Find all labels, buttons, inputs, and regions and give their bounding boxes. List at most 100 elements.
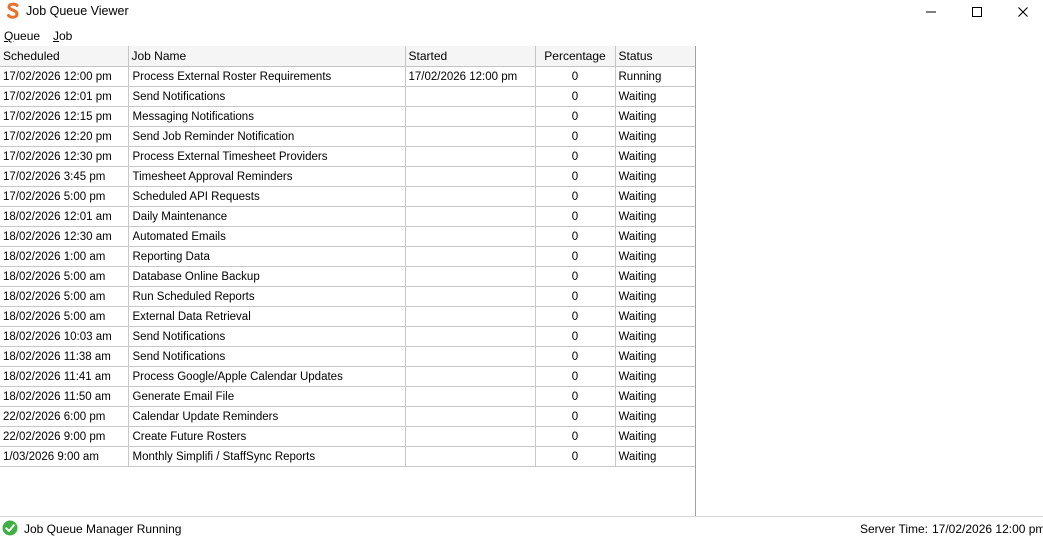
maximize-button[interactable] [954,0,1000,24]
cell-job-name: Monthly Simplifi / StaffSync Reports [128,446,406,467]
table-row[interactable]: 17/02/2026 5:00 pm Scheduled API Requests… [0,186,695,207]
table-row[interactable]: 17/02/2026 12:00 pm Process External Rost… [0,66,695,87]
table-row[interactable]: 17/02/2026 12:01 pm Send Notifications 0 Wa… [0,86,695,107]
server-time-label: Server Time: [860,522,929,536]
pane-splitter[interactable] [695,46,696,516]
cell-status: Waiting [615,326,695,347]
cell-job-name: Send Notifications [128,86,406,107]
cell-status: Waiting [615,146,695,167]
cell-job-name: Send Notifications [128,326,406,347]
table-row[interactable]: 18/02/2026 12:01 am Daily Maintenance 0 Wai… [0,206,695,227]
header-row: Scheduled Job Name Started Percentage St… [0,46,695,67]
cell-status: Waiting [615,306,695,327]
cell-percentage: 0 [535,286,616,307]
cell-scheduled: 17/02/2026 12:00 pm [0,66,129,87]
job-queue-table: Scheduled Job Name Started Percentage St… [0,46,695,467]
menu-job[interactable]: Job [53,29,72,43]
cell-started: 17/02/2026 12:00 pm [405,66,536,87]
menu-queue[interactable]: Queue [4,29,40,43]
table-row[interactable]: 17/02/2026 12:15 pm Messaging Notificatio… [0,106,695,127]
simplifi-logo-icon [7,2,19,19]
table-row[interactable]: 17/02/2026 12:20 pm Send Job Reminder Not… [0,126,695,147]
cell-started [405,126,536,147]
cell-scheduled: 1/03/2026 9:00 am [0,446,129,467]
cell-started [405,266,536,287]
cell-started [405,346,536,367]
cell-percentage: 0 [535,146,616,167]
cell-status: Waiting [615,426,695,447]
cell-status: Waiting [615,346,695,367]
table-row[interactable]: 17/02/2026 12:30 pm Process External Time… [0,146,695,167]
cell-started [405,286,536,307]
cell-percentage: 0 [535,126,616,147]
cell-percentage: 0 [535,266,616,287]
cell-scheduled: 18/02/2026 12:30 am [0,226,129,247]
table-row[interactable]: 22/02/2026 6:00 pm Calendar Update Remind… [0,406,695,427]
cell-scheduled: 22/02/2026 9:00 pm [0,426,129,447]
cell-job-name: External Data Retrieval [128,306,406,327]
table-row[interactable]: 17/02/2026 3:45 pm Timesheet Approval Rem… [0,166,695,187]
cell-scheduled: 17/02/2026 5:00 pm [0,186,129,207]
title-bar[interactable]: Job Queue Viewer [0,0,1043,24]
cell-scheduled: 18/02/2026 1:00 am [0,246,129,267]
cell-percentage: 0 [535,446,616,467]
menu-queue-label: ueue [13,29,41,43]
cell-percentage: 0 [535,306,616,327]
cell-status: Running [615,66,695,87]
table-row[interactable]: 18/02/2026 11:38 am Send Notifications 0 Wa… [0,346,695,367]
cell-status: Waiting [615,226,695,247]
minimize-icon [926,11,936,13]
cell-started [405,306,536,327]
cell-job-name: Calendar Update Reminders [128,406,406,427]
cell-scheduled: 17/02/2026 12:20 pm [0,126,129,147]
column-header-status[interactable]: Status [615,46,695,67]
cell-status: Waiting [615,246,695,267]
cell-started [405,86,536,107]
column-header-percentage[interactable]: Percentage [535,46,616,67]
cell-scheduled: 17/02/2026 12:30 pm [0,146,129,167]
column-header-started[interactable]: Started [405,46,536,67]
table-row[interactable]: 18/02/2026 10:03 am Send Notifications 0 Wa… [0,326,695,347]
column-header-scheduled[interactable]: Scheduled [0,46,129,67]
server-time-value: 17/02/2026 12:00 pm [932,522,1043,536]
minimize-button[interactable] [908,0,954,24]
table-row[interactable]: 18/02/2026 5:00 am External Data Retrieva… [0,306,695,327]
cell-scheduled: 18/02/2026 11:38 am [0,346,129,367]
job-queue-grid[interactable]: Scheduled Job Name Started Percentage St… [0,46,695,516]
cell-started [405,446,536,467]
cell-status: Waiting [615,106,695,127]
cell-started [405,146,536,167]
cell-job-name: Send Notifications [128,346,406,367]
cell-status: Waiting [615,366,695,387]
cell-status: Waiting [615,166,695,187]
table-row[interactable]: 18/02/2026 1:00 am Reporting Data 0 Waiting [0,246,695,267]
cell-job-name: Scheduled API Requests [128,186,406,207]
close-button[interactable] [1000,0,1043,24]
cell-status: Waiting [615,266,695,287]
table-row[interactable]: 18/02/2026 5:00 am Run Scheduled Reports 0… [0,286,695,307]
cell-job-name: Messaging Notifications [128,106,406,127]
cell-started [405,226,536,247]
cell-job-name: Automated Emails [128,226,406,247]
cell-scheduled: 18/02/2026 10:03 am [0,326,129,347]
cell-status: Waiting [615,126,695,147]
detail-pane [697,46,1043,516]
table-row[interactable]: 18/02/2026 11:41 am Process Google/Apple … [0,366,695,387]
table-row[interactable]: 18/02/2026 11:50 am Generate Email File 0 W… [0,386,695,407]
window-title: Job Queue Viewer [26,4,129,18]
cell-status: Waiting [615,186,695,207]
cell-job-name: Process External Roster Requirements [128,66,406,87]
cell-started [405,166,536,187]
cell-percentage: 0 [535,246,616,267]
cell-percentage: 0 [535,426,616,447]
cell-scheduled: 18/02/2026 11:50 am [0,386,129,407]
cell-started [405,386,536,407]
table-row[interactable]: 18/02/2026 5:00 am Database Online Backup… [0,266,695,287]
cell-scheduled: 18/02/2026 12:01 am [0,206,129,227]
cell-job-name: Timesheet Approval Reminders [128,166,406,187]
table-row[interactable]: 1/03/2026 9:00 am Monthly Simplifi / Staf… [0,446,695,467]
cell-percentage: 0 [535,226,616,247]
column-header-job-name[interactable]: Job Name [128,46,406,67]
table-row[interactable]: 18/02/2026 12:30 am Automated Emails 0 Wait… [0,226,695,247]
table-row[interactable]: 22/02/2026 9:00 pm Create Future Rosters 0… [0,426,695,447]
